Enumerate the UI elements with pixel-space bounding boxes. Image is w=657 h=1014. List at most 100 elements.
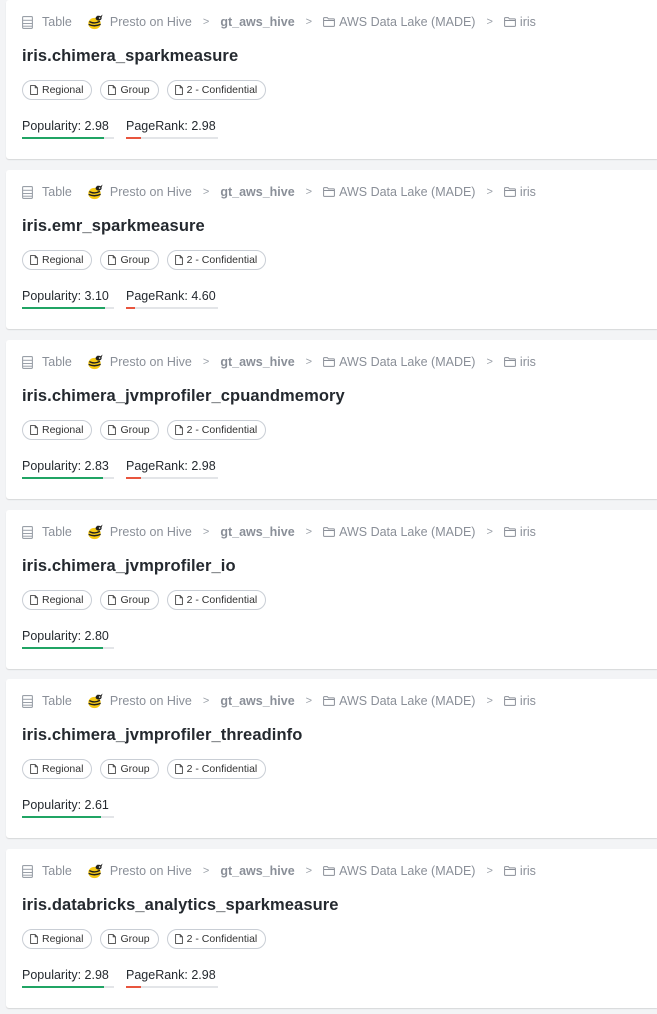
- search-results-list: Table Presto on Hive > gt_aws_hive > AWS…: [0, 0, 657, 1014]
- document-icon: [174, 764, 183, 774]
- table-icon: [22, 355, 33, 369]
- metric-bar-fill: [126, 307, 136, 309]
- chevron-right-icon: >: [305, 526, 313, 538]
- breadcrumb-container[interactable]: AWS Data Lake (MADE): [323, 525, 475, 539]
- pagerank-metric: PageRank: 2.98: [126, 119, 218, 141]
- document-icon: [108, 255, 117, 265]
- breadcrumb-schema[interactable]: iris: [504, 525, 536, 539]
- entity-type: Table: [22, 355, 72, 369]
- entity-type-label: Table: [42, 694, 72, 708]
- breadcrumb-instance[interactable]: gt_aws_hive: [220, 694, 294, 708]
- breadcrumb: Table Presto on Hive > gt_aws_hive > AWS…: [22, 183, 536, 201]
- tag-pill[interactable]: Group: [100, 590, 159, 610]
- table-icon: [22, 694, 33, 708]
- hive-icon: [88, 14, 103, 30]
- document-icon: [174, 934, 183, 944]
- chevron-right-icon: >: [202, 526, 210, 538]
- dataset-title-link[interactable]: iris.databricks_analytics_sparkmeasure: [22, 896, 339, 915]
- breadcrumb-platform[interactable]: Presto on Hive: [72, 183, 192, 201]
- breadcrumb-container[interactable]: AWS Data Lake (MADE): [323, 15, 475, 29]
- breadcrumb-instance[interactable]: gt_aws_hive: [220, 355, 294, 369]
- tag-pill[interactable]: Regional: [22, 250, 93, 270]
- tag-pill[interactable]: 2 - Confidential: [166, 590, 267, 610]
- result-card[interactable]: Table Presto on Hive > gt_aws_hive > AWS…: [6, 679, 657, 838]
- breadcrumb-container[interactable]: AWS Data Lake (MADE): [323, 185, 475, 199]
- popularity-metric: Popularity: 2.61: [22, 798, 114, 820]
- metric-bar-track: [22, 477, 114, 479]
- folder-icon: [323, 17, 335, 27]
- popularity-value: 2.98: [84, 119, 109, 133]
- tag-pill[interactable]: Regional: [22, 80, 93, 100]
- breadcrumb-schema[interactable]: iris: [504, 355, 536, 369]
- tag-pill[interactable]: Group: [100, 80, 159, 100]
- breadcrumb-platform[interactable]: Presto on Hive: [72, 523, 192, 541]
- breadcrumb-platform[interactable]: Presto on Hive: [72, 862, 192, 880]
- breadcrumb-schema[interactable]: iris: [504, 694, 536, 708]
- tag-pill[interactable]: Group: [100, 929, 159, 949]
- tag-pill[interactable]: 2 - Confidential: [166, 929, 267, 949]
- folder-icon: [504, 187, 516, 197]
- breadcrumb-instance[interactable]: gt_aws_hive: [220, 525, 294, 539]
- folder-icon: [323, 866, 335, 876]
- breadcrumb-instance[interactable]: gt_aws_hive: [220, 15, 294, 29]
- tag-pill[interactable]: Group: [100, 759, 159, 779]
- popularity-label: Popularity:: [22, 289, 82, 303]
- dataset-title-link[interactable]: iris.chimera_sparkmeasure: [22, 47, 238, 66]
- chevron-right-icon: >: [305, 16, 313, 28]
- tag-pill[interactable]: Regional: [22, 929, 93, 949]
- result-card[interactable]: Table Presto on Hive > gt_aws_hive > AWS…: [6, 170, 657, 329]
- breadcrumb: Table Presto on Hive > gt_aws_hive > AWS…: [22, 692, 536, 710]
- dataset-title-link[interactable]: iris.chimera_jvmprofiler_io: [22, 557, 236, 576]
- dataset-title-link[interactable]: iris.chimera_jvmprofiler_cpuandmemory: [22, 387, 345, 406]
- entity-type: Table: [22, 525, 72, 539]
- breadcrumb-schema[interactable]: iris: [504, 185, 536, 199]
- metrics: Popularity: 2.98 PageRank: 2.98: [22, 119, 218, 141]
- document-icon: [174, 425, 183, 435]
- pagerank-value: 4.60: [191, 289, 216, 303]
- chevron-right-icon: >: [486, 695, 493, 707]
- tag-pill[interactable]: 2 - Confidential: [166, 250, 267, 270]
- tag-list: Regional Group 2 - Confidential: [22, 420, 267, 440]
- chevron-right-icon: >: [305, 356, 313, 368]
- metric-bar-track: [126, 477, 218, 479]
- popularity-value: 2.61: [84, 798, 109, 812]
- breadcrumb-schema-label: iris: [519, 694, 536, 708]
- breadcrumb-platform-label: Presto on Hive: [109, 694, 192, 708]
- tag-pill[interactable]: Regional: [22, 420, 93, 440]
- tag-pill[interactable]: 2 - Confidential: [166, 80, 267, 100]
- breadcrumb-container[interactable]: AWS Data Lake (MADE): [323, 694, 475, 708]
- breadcrumb-platform[interactable]: Presto on Hive: [72, 13, 192, 31]
- dataset-title-link[interactable]: iris.chimera_jvmprofiler_threadinfo: [22, 726, 302, 745]
- result-card[interactable]: Table Presto on Hive > gt_aws_hive > AWS…: [6, 340, 657, 499]
- breadcrumb-container[interactable]: AWS Data Lake (MADE): [323, 355, 475, 369]
- chevron-right-icon: >: [486, 16, 493, 28]
- breadcrumb-container-label: AWS Data Lake (MADE): [339, 185, 476, 199]
- tag-pill[interactable]: Regional: [22, 590, 93, 610]
- breadcrumb: Table Presto on Hive > gt_aws_hive > AWS…: [22, 353, 536, 371]
- document-icon: [108, 595, 117, 605]
- breadcrumb-platform[interactable]: Presto on Hive: [72, 692, 192, 710]
- result-card[interactable]: Table Presto on Hive > gt_aws_hive > AWS…: [6, 510, 657, 669]
- breadcrumb-instance[interactable]: gt_aws_hive: [220, 185, 294, 199]
- dataset-title-link[interactable]: iris.emr_sparkmeasure: [22, 217, 205, 236]
- entity-type: Table: [22, 15, 72, 29]
- tag-pill[interactable]: 2 - Confidential: [166, 759, 267, 779]
- hive-icon: [88, 354, 103, 370]
- tag-label: 2 - Confidential: [186, 594, 258, 606]
- result-card[interactable]: Table Presto on Hive > gt_aws_hive > AWS…: [6, 849, 657, 1008]
- breadcrumb-schema[interactable]: iris: [504, 864, 536, 878]
- entity-type-label: Table: [42, 525, 72, 539]
- tag-pill[interactable]: Regional: [22, 759, 93, 779]
- popularity-label: Popularity:: [22, 459, 82, 473]
- breadcrumb-platform[interactable]: Presto on Hive: [72, 353, 192, 371]
- tag-pill[interactable]: Group: [100, 420, 159, 440]
- tag-pill[interactable]: 2 - Confidential: [166, 420, 267, 440]
- breadcrumb-instance[interactable]: gt_aws_hive: [220, 864, 294, 878]
- tag-pill[interactable]: Group: [100, 250, 159, 270]
- metric-bar-fill: [126, 986, 141, 988]
- tag-list: Regional Group 2 - Confidential: [22, 590, 267, 610]
- metrics: Popularity: 2.80: [22, 629, 114, 651]
- breadcrumb-schema[interactable]: iris: [504, 15, 536, 29]
- breadcrumb-container[interactable]: AWS Data Lake (MADE): [323, 864, 475, 878]
- result-card[interactable]: Table Presto on Hive > gt_aws_hive > AWS…: [6, 0, 657, 159]
